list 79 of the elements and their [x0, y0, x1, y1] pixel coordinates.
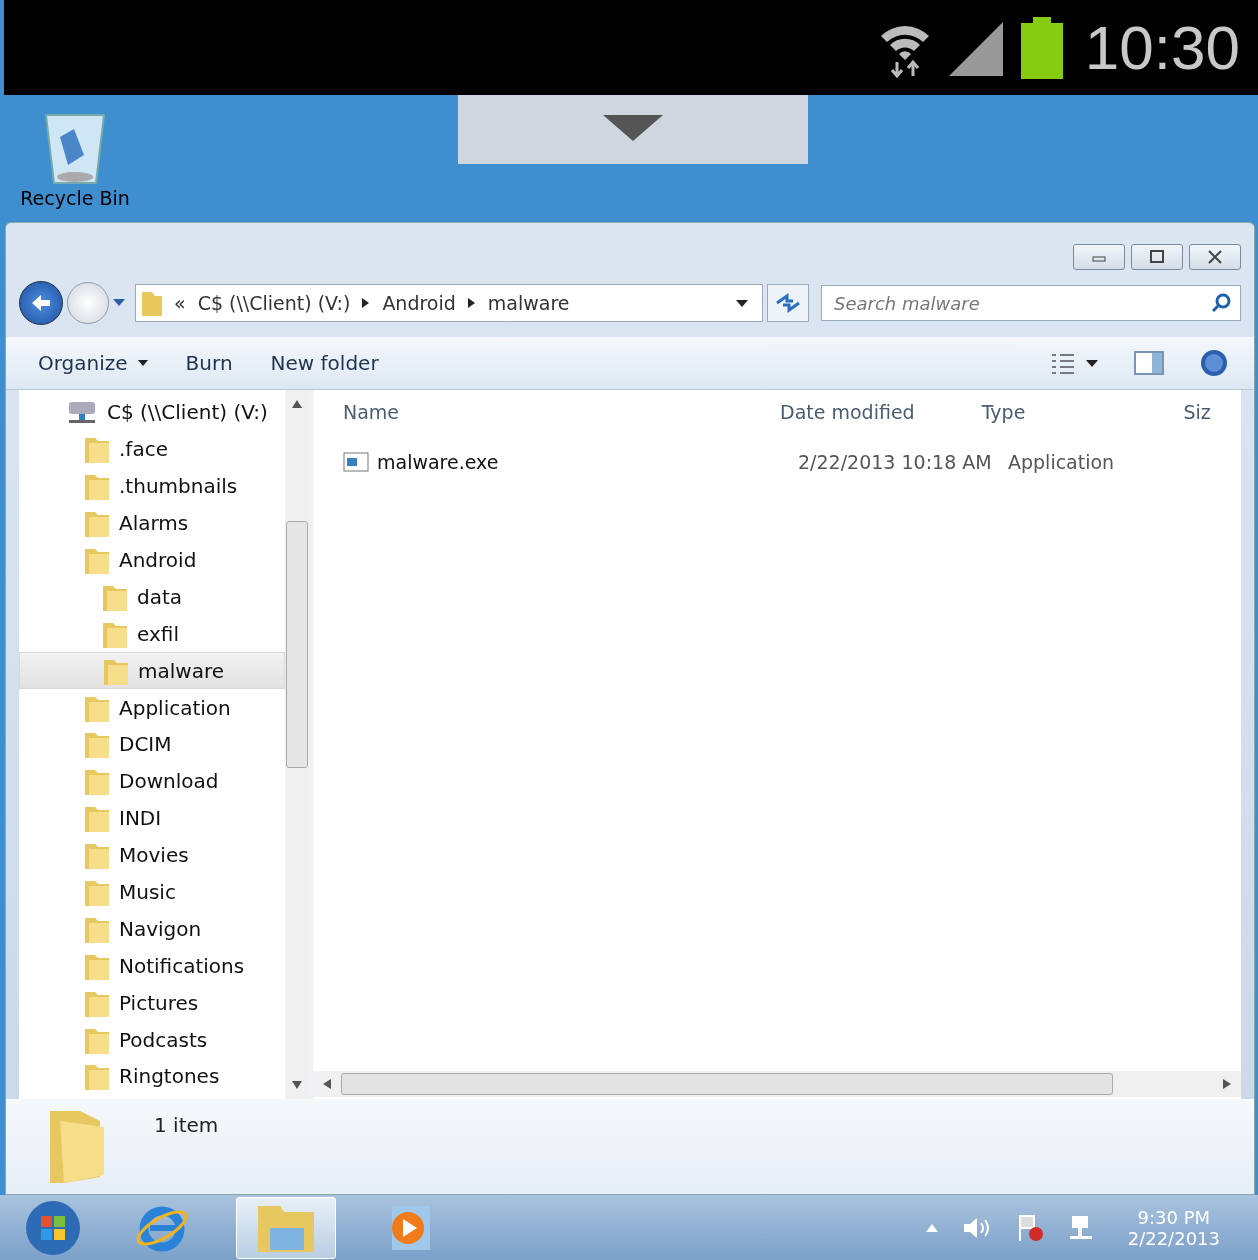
dropdown-caret-icon[interactable]	[736, 299, 748, 307]
breadcrumb-arrow-icon[interactable]	[362, 298, 371, 308]
scroll-up-icon[interactable]	[292, 400, 302, 408]
tree-item[interactable]: Alarms	[19, 504, 285, 542]
close-icon	[1207, 250, 1223, 264]
application-icon	[343, 452, 369, 472]
date-modified-cell-text: 2/22/2013 10:18 AM	[798, 451, 993, 473]
battery-icon	[1020, 16, 1063, 79]
search-field[interactable]: Search malware	[821, 285, 1241, 321]
type-cell-text: Application	[1008, 451, 1116, 473]
tree-item[interactable]: exfil	[19, 615, 285, 653]
tree-item[interactable]: Download	[19, 762, 285, 800]
folder-icon	[85, 730, 109, 759]
folder-icon	[85, 472, 109, 501]
phone-clock: 10:30	[1084, 12, 1240, 83]
tree-item[interactable]: .face	[19, 430, 285, 468]
refresh-button[interactable]	[767, 284, 809, 322]
folder-icon	[142, 290, 162, 316]
preview-pane-icon[interactable]	[1134, 351, 1164, 375]
tree-item[interactable]: malware	[19, 652, 285, 690]
tree-item[interactable]: Application	[19, 689, 285, 726]
tree-item[interactable]: Music	[19, 873, 285, 911]
file-name-cell[interactable]: malware.exe	[343, 451, 798, 473]
refresh-icon	[775, 293, 801, 313]
start-orb-icon	[25, 1199, 81, 1256]
search-icon	[1211, 293, 1231, 313]
tree-item[interactable]: Podcasts	[19, 1021, 285, 1059]
back-arrow-icon	[30, 293, 52, 313]
column-header[interactable]: Siz	[1183, 401, 1241, 423]
minimize-button[interactable]	[1073, 244, 1125, 270]
scroll-down-icon[interactable]	[292, 1081, 302, 1089]
column-header[interactable]: Name	[343, 401, 780, 423]
breadcrumb[interactable]: C$ (\\Client) (V:)	[197, 292, 351, 314]
caret-icon	[137, 360, 148, 366]
folder-icon	[85, 546, 109, 574]
tree-item[interactable]: Ringtones	[19, 1058, 285, 1095]
scroll-right-icon[interactable]	[1223, 1079, 1231, 1089]
overflow-chevron[interactable]: «	[174, 292, 186, 314]
desktop-icon-label[interactable]: Recycle Bin	[20, 187, 130, 209]
network-drive-icon	[67, 400, 97, 425]
history-caret-icon[interactable]	[113, 299, 125, 307]
column-header[interactable]: Type	[981, 401, 1184, 423]
folder-icon	[85, 435, 109, 464]
close-button[interactable]	[1189, 244, 1241, 270]
scrollbar-thumb[interactable]	[341, 1073, 1113, 1095]
tree-item[interactable]: DCIM	[19, 726, 285, 763]
tree-item[interactable]: Navigon	[19, 910, 285, 948]
tree-item[interactable]: Notifications	[19, 947, 285, 985]
folder-icon	[85, 1062, 109, 1091]
item-count: 1 item	[154, 1112, 219, 1137]
connection-bar-toggle[interactable]	[458, 95, 808, 164]
tree-item[interactable]: .thumbnails	[19, 467, 285, 505]
tree-item[interactable]: Movies	[19, 836, 285, 874]
caret-icon	[603, 115, 663, 141]
breadcrumb[interactable]: malware	[487, 292, 570, 314]
breadcrumb-arrow-icon[interactable]	[467, 298, 476, 308]
view-list-icon[interactable]	[1050, 352, 1076, 374]
folder-icon	[85, 767, 109, 796]
breadcrumb[interactable]: Android	[382, 292, 456, 314]
toolbar-button[interactable]: New folder	[256, 347, 393, 379]
toolbar-button[interactable]: Burn	[171, 347, 247, 379]
scrollbar-thumb[interactable]	[286, 521, 308, 768]
restore-icon	[1149, 250, 1165, 264]
folder-icon	[85, 878, 109, 906]
folder-icon	[85, 841, 109, 870]
maximize-button[interactable]	[1131, 244, 1183, 270]
address-bar[interactable]: « C$ (\\Client) (V:) Android malware	[135, 284, 763, 322]
tree-item[interactable]: data	[19, 578, 285, 616]
tree-item[interactable]: C$ (\\Client) (V:)	[19, 394, 285, 431]
scroll-left-icon[interactable]	[323, 1079, 331, 1089]
column-header[interactable]: Date modified	[780, 401, 982, 423]
folder-icon	[85, 509, 109, 538]
toolbar-button[interactable]: Organize	[24, 347, 162, 379]
folder-icon	[85, 804, 109, 833]
tree-item[interactable]: Android	[19, 541, 285, 579]
tree-item[interactable]: Pictures	[19, 984, 285, 1022]
caret-icon[interactable]	[1086, 359, 1098, 367]
back-button[interactable]	[19, 281, 63, 325]
tree-item[interactable]: INDI	[19, 799, 285, 837]
